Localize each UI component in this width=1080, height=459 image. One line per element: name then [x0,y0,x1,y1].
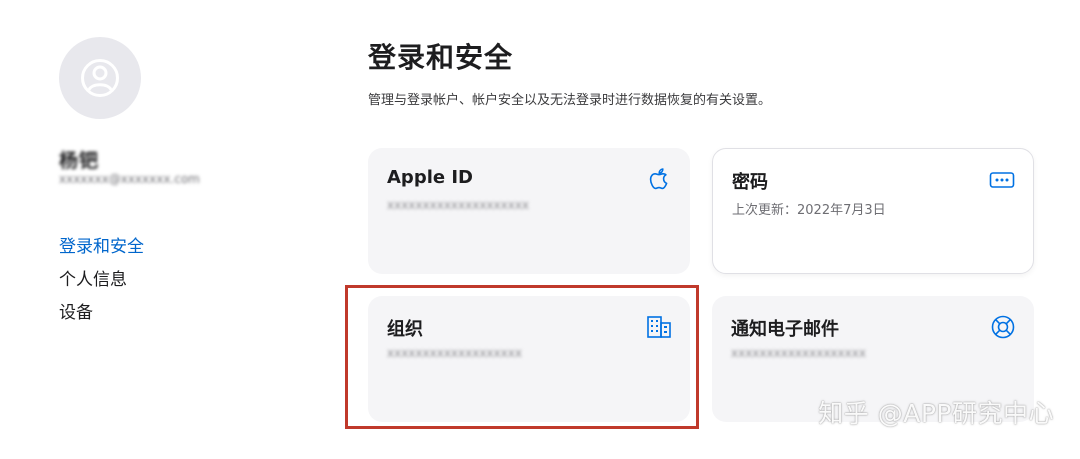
card-subtitle: xxxxxxxxxxxxxxxxxxx [731,346,866,360]
card-subtitle: xxxxxxxxxxxxxxxxxxx [387,346,522,360]
user-silhouette-icon [81,59,119,97]
building-icon [647,316,671,338]
sidebar-item-devices[interactable]: 设备 [59,297,144,330]
card-subtitle: xxxxxxxxxxxxxxxxxxxx [387,198,530,212]
sidebar-item-personal-info[interactable]: 个人信息 [59,264,144,297]
card-subtitle: 上次更新：2022年7月3日 [732,203,886,218]
card-title: 通知电子邮件 [731,319,839,340]
apple-icon [649,168,668,190]
sidebar: 杨钯 xxxxxxx@xxxxxxx.com 登录和安全 个人信息 设备 [0,0,330,459]
password-card[interactable]: 密码 上次更新：2022年7月3日 [712,148,1034,274]
card-title: 密码 [732,172,768,193]
page-title: 登录和安全 [368,41,514,74]
page-description: 管理与登录帐户、帐户安全以及无法登录时进行数据恢复的有关设置。 [368,93,772,108]
organization-card[interactable]: 组织 xxxxxxxxxxxxxxxxxxx [368,296,690,422]
card-title: 组织 [387,319,423,340]
avatar[interactable] [59,37,141,119]
apple-id-card[interactable]: Apple ID xxxxxxxxxxxxxxxxxxxx [368,148,690,274]
card-title: Apple ID [387,167,473,188]
sidebar-item-sign-in-security[interactable]: 登录和安全 [59,231,144,264]
user-email: xxxxxxx@xxxxxxx.com [59,172,200,186]
sidebar-nav: 登录和安全 个人信息 设备 [59,231,144,330]
lifebuoy-icon [991,315,1015,339]
password-dots-icon [989,172,1015,188]
watermark: 知乎 @APP研究中心 [818,399,1054,428]
user-name: 杨钯 [59,150,100,172]
